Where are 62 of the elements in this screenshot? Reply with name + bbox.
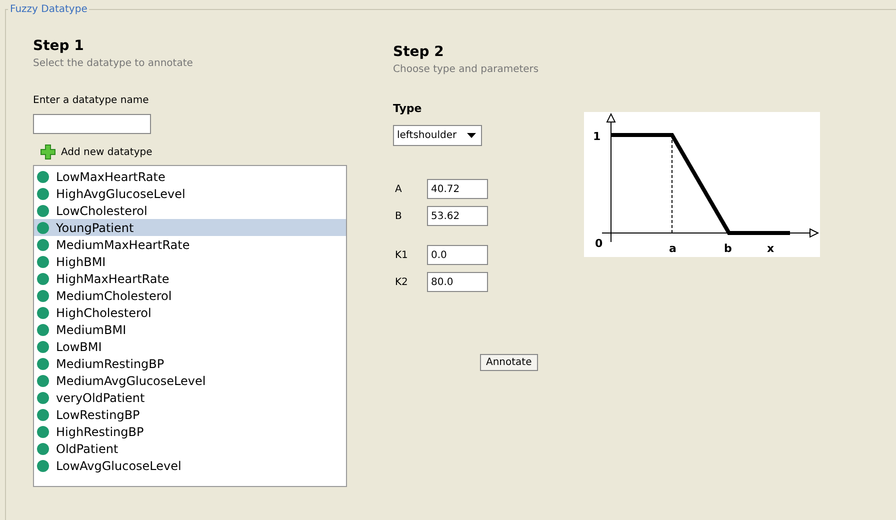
datatype-item[interactable]: LowMaxHeartRate xyxy=(34,168,346,185)
parameter-field[interactable]: 40.72 xyxy=(427,179,488,199)
annotate-button[interactable]: Annotate xyxy=(480,354,538,371)
dot-icon xyxy=(37,306,49,318)
datatype-item[interactable]: MediumCholesterol xyxy=(34,287,346,304)
datatype-item[interactable]: HighRestingBP xyxy=(34,423,346,440)
datatype-item[interactable]: MediumAvgGlucoseLevel xyxy=(34,372,346,389)
parameter-label: A xyxy=(394,184,403,194)
dot-icon xyxy=(37,426,49,438)
type-dropdown[interactable]: leftshoulder xyxy=(393,125,482,146)
caret-icon xyxy=(467,133,476,138)
parameter-label: B xyxy=(394,210,403,222)
dot-icon xyxy=(37,204,49,216)
dot-icon xyxy=(37,188,49,200)
axis-label: a xyxy=(669,242,676,255)
plus-icon xyxy=(40,144,56,160)
step-subtitle: Select the datatype to annotate xyxy=(33,58,193,69)
dot-icon xyxy=(37,256,49,268)
datatype-item[interactable]: HighAvgGlucoseLevel xyxy=(34,185,346,202)
datatype-item[interactable]: MediumRestingBP xyxy=(34,355,346,372)
dot-icon xyxy=(37,290,49,302)
name-input-field[interactable] xyxy=(33,114,151,134)
dot-icon xyxy=(37,460,49,472)
datatype-item[interactable]: HighMaxHeartRate xyxy=(34,270,346,287)
axis-label: x xyxy=(767,242,774,255)
dot-icon xyxy=(37,222,49,234)
dot-icon xyxy=(37,374,49,386)
add-datatype-button[interactable]: Add new datatype xyxy=(40,144,152,160)
dot-icon xyxy=(37,340,49,352)
dot-icon xyxy=(37,392,49,404)
dot-icon xyxy=(37,324,49,336)
step-title: Step 2 xyxy=(393,44,444,60)
axis-label: 1 xyxy=(593,130,601,143)
datatype-item[interactable]: MediumBMI xyxy=(34,321,346,338)
datatype-item[interactable]: LowRestingBP xyxy=(34,406,346,423)
dot-icon xyxy=(37,442,49,454)
parameter-label: K1 xyxy=(394,250,409,260)
datatype-item[interactable]: veryOldPatient xyxy=(34,389,346,406)
panel-legend: Fuzzy Datatype xyxy=(8,4,90,15)
dot-icon xyxy=(37,358,49,370)
dot-icon xyxy=(37,238,49,250)
dot-icon xyxy=(37,408,49,420)
step-title: Step 1 xyxy=(33,38,84,54)
type-label: Type xyxy=(393,102,422,115)
axis-label: 0 xyxy=(595,237,603,250)
parameter-field[interactable]: 0.0 xyxy=(427,245,488,265)
parameter-field[interactable]: 80.0 xyxy=(427,272,488,292)
dot-icon xyxy=(37,170,49,182)
datatype-item[interactable]: YoungPatient xyxy=(34,219,346,236)
datatype-item[interactable]: OldPatient xyxy=(34,440,346,457)
datatype-item[interactable]: LowAvgGlucoseLevel xyxy=(34,457,346,474)
datatype-item[interactable]: LowCholesterol xyxy=(34,202,346,219)
field-label: Enter a datatype name xyxy=(33,95,149,106)
parameter-field[interactable]: 53.62 xyxy=(427,206,488,226)
dot-icon xyxy=(37,272,49,284)
datatype-item[interactable]: LowBMI xyxy=(34,338,346,355)
datatype-item[interactable]: MediumMaxHeartRate xyxy=(34,236,346,253)
datatype-item[interactable]: HighBMI xyxy=(34,253,346,270)
axis-label: b xyxy=(724,242,732,255)
datatype-item[interactable]: HighCholesterol xyxy=(34,304,346,321)
parameter-label: K2 xyxy=(394,276,409,288)
step-subtitle: Choose type and parameters xyxy=(393,64,539,75)
